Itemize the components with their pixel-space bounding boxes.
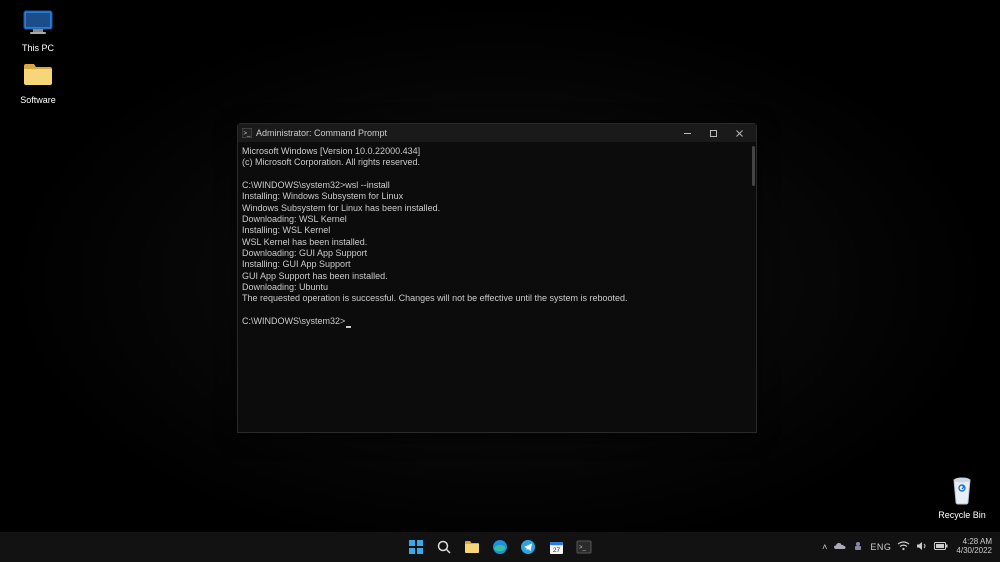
teams-tray-icon[interactable] — [852, 540, 864, 554]
window-title: Administrator: Command Prompt — [256, 128, 674, 138]
terminal-output[interactable]: Microsoft Windows [Version 10.0.22000.43… — [238, 142, 756, 432]
folder-icon — [21, 58, 55, 92]
terminal-line: C:\WINDOWS\system32>wsl --install — [242, 180, 390, 190]
start-button[interactable] — [404, 535, 428, 559]
terminal-line: The requested operation is successful. C… — [242, 293, 628, 303]
search-button[interactable] — [432, 535, 456, 559]
terminal-line: GUI App Support has been installed. — [242, 271, 388, 281]
terminal-line: Downloading: WSL Kernel — [242, 214, 347, 224]
svg-text:27: 27 — [552, 547, 560, 554]
taskbar: 27 >_ ˄ ENG 4:28 AM 4/30/2022 — [0, 532, 1000, 562]
telegram-button[interactable] — [516, 535, 540, 559]
desktop-icon-label: Software — [20, 95, 56, 105]
terminal-line: Microsoft Windows [Version 10.0.22000.43… — [242, 146, 420, 156]
terminal-line: Installing: Windows Subsystem for Linux — [242, 191, 403, 201]
terminal-line: Installing: WSL Kernel — [242, 225, 330, 235]
svg-text:>_: >_ — [579, 545, 587, 551]
close-button[interactable] — [726, 124, 752, 142]
terminal-line: WSL Kernel has been installed. — [242, 237, 367, 247]
desktop-icon-this-pc[interactable]: This PC — [8, 6, 68, 53]
taskbar-right: ˄ ENG 4:28 AM 4/30/2022 — [822, 532, 1000, 562]
edge-button[interactable] — [488, 535, 512, 559]
desktop-icon-label: Recycle Bin — [938, 510, 986, 520]
command-prompt-window: >_ Administrator: Command Prompt Microso… — [237, 123, 757, 433]
titlebar[interactable]: >_ Administrator: Command Prompt — [238, 124, 756, 142]
desktop-icon-software[interactable]: Software — [8, 58, 68, 105]
calendar-button[interactable]: 27 — [544, 535, 568, 559]
terminal-line: Downloading: GUI App Support — [242, 248, 367, 258]
file-explorer-button[interactable] — [460, 535, 484, 559]
minimize-button[interactable] — [674, 124, 700, 142]
pc-icon — [21, 6, 55, 40]
scrollbar-thumb[interactable] — [752, 146, 755, 186]
clock[interactable]: 4:28 AM 4/30/2022 — [956, 538, 992, 556]
terminal-line: Windows Subsystem for Linux has been ins… — [242, 203, 440, 213]
recycle-bin-icon — [945, 473, 979, 507]
terminal-line: (c) Microsoft Corporation. All rights re… — [242, 157, 420, 167]
desktop-icon-label: This PC — [22, 43, 54, 53]
onedrive-icon[interactable] — [833, 542, 846, 553]
terminal-line: Downloading: Ubuntu — [242, 282, 328, 292]
tray-overflow-button[interactable]: ˄ — [822, 542, 827, 552]
desktop-icon-recycle-bin[interactable]: Recycle Bin — [932, 473, 992, 520]
volume-icon[interactable] — [916, 541, 928, 553]
terminal-prompt: C:\WINDOWS\system32> — [242, 316, 345, 326]
cmd-icon: >_ — [242, 128, 252, 138]
battery-icon[interactable] — [934, 542, 948, 552]
terminal-line: Installing: GUI App Support — [242, 259, 351, 269]
wifi-icon[interactable] — [897, 541, 910, 553]
terminal-cursor — [346, 326, 351, 328]
clock-date: 4/30/2022 — [956, 547, 992, 556]
terminal-button[interactable]: >_ — [572, 535, 596, 559]
maximize-button[interactable] — [700, 124, 726, 142]
svg-text:>_: >_ — [244, 131, 252, 137]
taskbar-center: 27 >_ — [404, 535, 596, 559]
language-indicator[interactable]: ENG — [870, 542, 891, 552]
